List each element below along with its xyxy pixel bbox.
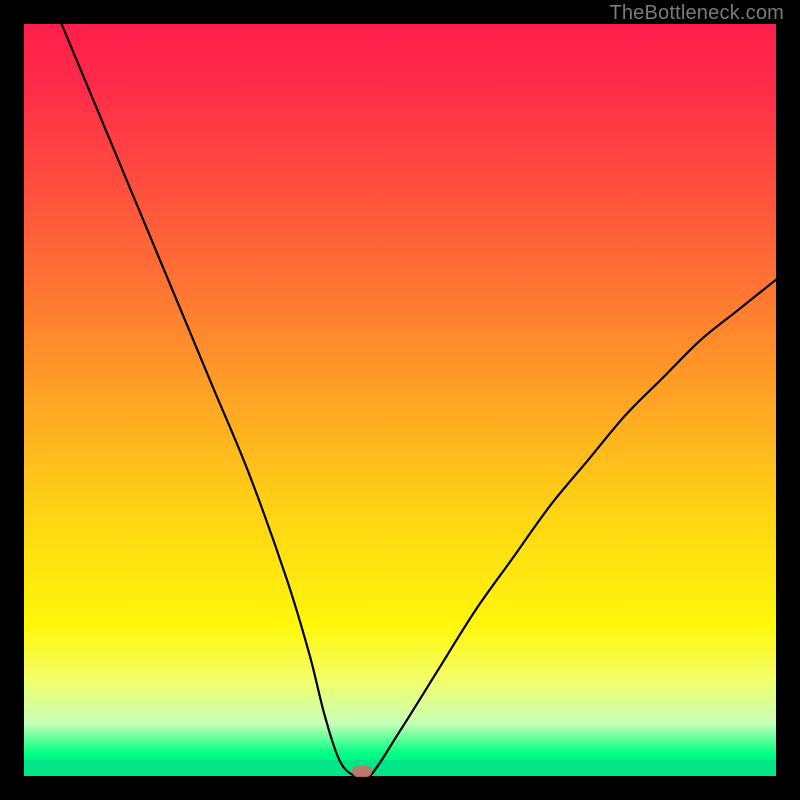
watermark-text: TheBottleneck.com (609, 2, 784, 25)
chart-frame (12, 12, 788, 788)
bottleneck-curve (24, 24, 776, 776)
optimal-point-marker (352, 766, 372, 777)
plot-area (24, 24, 776, 776)
